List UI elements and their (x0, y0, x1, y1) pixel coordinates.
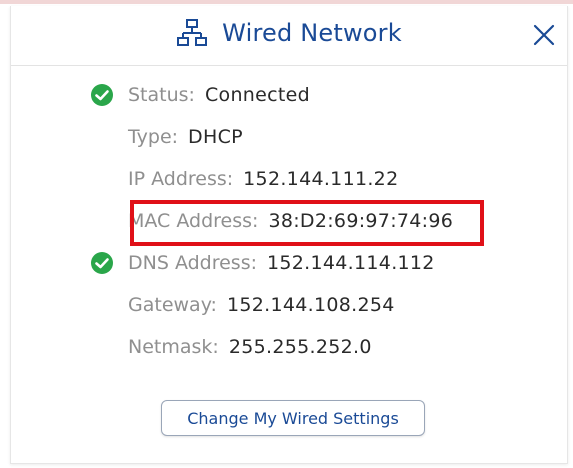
title-wrap: Wired Network (11, 18, 567, 48)
status-label: Status: (128, 84, 195, 106)
mac-address-highlight-box (130, 200, 484, 246)
type-value: DHCP (188, 126, 243, 148)
dialog-header: Wired Network (11, 6, 567, 66)
type-row: Type: DHCP (90, 116, 530, 158)
netmask-value: 255.255.252.0 (228, 336, 372, 358)
netmask-row: Netmask: 255.255.252.0 (90, 326, 530, 368)
gateway-label: Gateway: (128, 294, 217, 316)
ip-address-value: 152.144.111.22 (243, 168, 399, 190)
check-circle-icon (91, 252, 113, 274)
netmask-label: Netmask: (128, 336, 219, 358)
dialog-title: Wired Network (222, 19, 402, 47)
dns-address-label: DNS Address: (128, 252, 258, 274)
check-circle-icon (91, 84, 113, 106)
close-button[interactable] (531, 22, 557, 48)
gateway-value: 152.144.108.254 (226, 294, 395, 316)
screen: Wired Network Status: Connected Type: DH… (0, 0, 573, 468)
top-accent-bar (0, 0, 573, 4)
network-icon (176, 18, 208, 48)
status-value: Connected (204, 84, 310, 106)
dns-address-row: DNS Address: 152.144.114.112 (90, 242, 530, 284)
ip-address-row: IP Address: 152.144.111.22 (90, 158, 530, 200)
gateway-row: Gateway: 152.144.108.254 (90, 284, 530, 326)
ip-address-label: IP Address: (128, 168, 234, 190)
close-icon (533, 24, 555, 46)
type-label: Type: (128, 126, 179, 148)
change-wired-settings-button[interactable]: Change My Wired Settings (161, 400, 425, 436)
status-row: Status: Connected (90, 74, 530, 116)
dns-address-value: 152.144.114.112 (267, 252, 435, 274)
